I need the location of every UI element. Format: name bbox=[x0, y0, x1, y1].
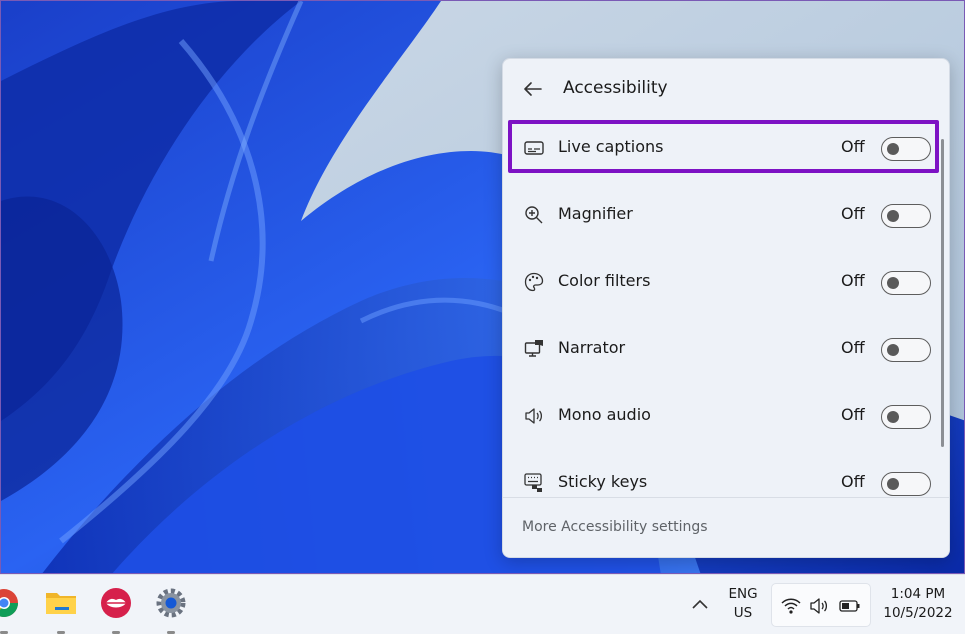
color-filters-toggle[interactable] bbox=[881, 271, 931, 295]
wifi-icon bbox=[781, 598, 801, 614]
row-state: Off bbox=[841, 338, 865, 357]
chrome-icon bbox=[0, 589, 18, 617]
battery-icon bbox=[839, 600, 860, 612]
row-mono-audio[interactable]: Mono audio Off bbox=[511, 391, 941, 441]
toggle-knob bbox=[887, 143, 899, 155]
more-accessibility-settings-link[interactable]: More Accessibility settings bbox=[522, 519, 708, 535]
region-code: US bbox=[733, 605, 753, 621]
row-live-captions[interactable]: Live captions Off bbox=[511, 123, 941, 173]
settings-icon bbox=[156, 588, 186, 618]
speaker-icon bbox=[523, 405, 545, 427]
back-button[interactable] bbox=[519, 75, 547, 103]
row-state: Off bbox=[841, 405, 865, 424]
row-label: Magnifier bbox=[558, 204, 633, 223]
captions-icon bbox=[523, 137, 545, 159]
keyboard-icon bbox=[523, 472, 545, 494]
clock[interactable]: 1:04 PM 10/5/2022 bbox=[874, 585, 962, 623]
taskbar-app-settings[interactable] bbox=[153, 585, 189, 634]
row-state: Off bbox=[841, 271, 865, 290]
chevron-up-icon bbox=[692, 599, 708, 609]
desktop: Accessibility Live captions Off Magnifie… bbox=[0, 0, 965, 574]
row-label: Mono audio bbox=[558, 405, 651, 424]
row-magnifier[interactable]: Magnifier Off bbox=[511, 190, 941, 240]
row-sticky-keys[interactable]: Sticky keys Off bbox=[511, 458, 941, 497]
row-label: Live captions bbox=[558, 137, 664, 156]
panel-header: Accessibility bbox=[503, 59, 949, 119]
taskbar: ENG US 1:04 PM 10/5/2022 bbox=[0, 574, 965, 634]
row-color-filters[interactable]: Color filters Off bbox=[511, 257, 941, 307]
row-state: Off bbox=[841, 204, 865, 223]
taskbar-app-chrome[interactable] bbox=[0, 585, 22, 634]
magnifier-toggle[interactable] bbox=[881, 204, 931, 228]
quick-settings-button[interactable] bbox=[771, 583, 871, 627]
sticky-keys-toggle[interactable] bbox=[881, 472, 931, 496]
input-language-indicator[interactable]: ENG US bbox=[725, 585, 761, 623]
panel-scrollbar[interactable] bbox=[941, 139, 944, 447]
accessibility-list: Live captions Off Magnifier Off Color fi… bbox=[503, 119, 949, 497]
toggle-knob bbox=[887, 277, 899, 289]
panel-footer: More Accessibility settings bbox=[503, 497, 949, 557]
panel-title: Accessibility bbox=[563, 78, 668, 98]
row-label: Color filters bbox=[558, 271, 651, 290]
live-captions-toggle[interactable] bbox=[881, 137, 931, 161]
taskbar-app-lips[interactable] bbox=[98, 585, 134, 634]
palette-icon bbox=[523, 271, 545, 293]
mono-audio-toggle[interactable] bbox=[881, 405, 931, 429]
toggle-knob bbox=[887, 210, 899, 222]
toggle-knob bbox=[887, 411, 899, 423]
magnifier-icon bbox=[523, 204, 545, 226]
toggle-knob bbox=[887, 344, 899, 356]
narrator-icon bbox=[523, 338, 545, 360]
language-code: ENG bbox=[728, 586, 758, 602]
row-state: Off bbox=[841, 137, 865, 156]
clock-date: 10/5/2022 bbox=[883, 605, 953, 621]
taskbar-app-file-explorer[interactable] bbox=[43, 585, 79, 634]
accessibility-flyout: Accessibility Live captions Off Magnifie… bbox=[502, 58, 950, 558]
clock-time: 1:04 PM bbox=[890, 586, 946, 602]
back-arrow-icon bbox=[524, 82, 542, 96]
narrator-toggle[interactable] bbox=[881, 338, 931, 362]
lips-app-icon bbox=[101, 588, 131, 618]
row-label: Narrator bbox=[558, 338, 626, 357]
row-state: Off bbox=[841, 472, 865, 491]
file-explorer-icon bbox=[46, 593, 76, 614]
volume-icon bbox=[810, 598, 828, 614]
toggle-knob bbox=[887, 478, 899, 490]
row-narrator[interactable]: Narrator Off bbox=[511, 324, 941, 374]
show-hidden-icons-button[interactable] bbox=[688, 594, 712, 616]
row-label: Sticky keys bbox=[558, 472, 648, 491]
